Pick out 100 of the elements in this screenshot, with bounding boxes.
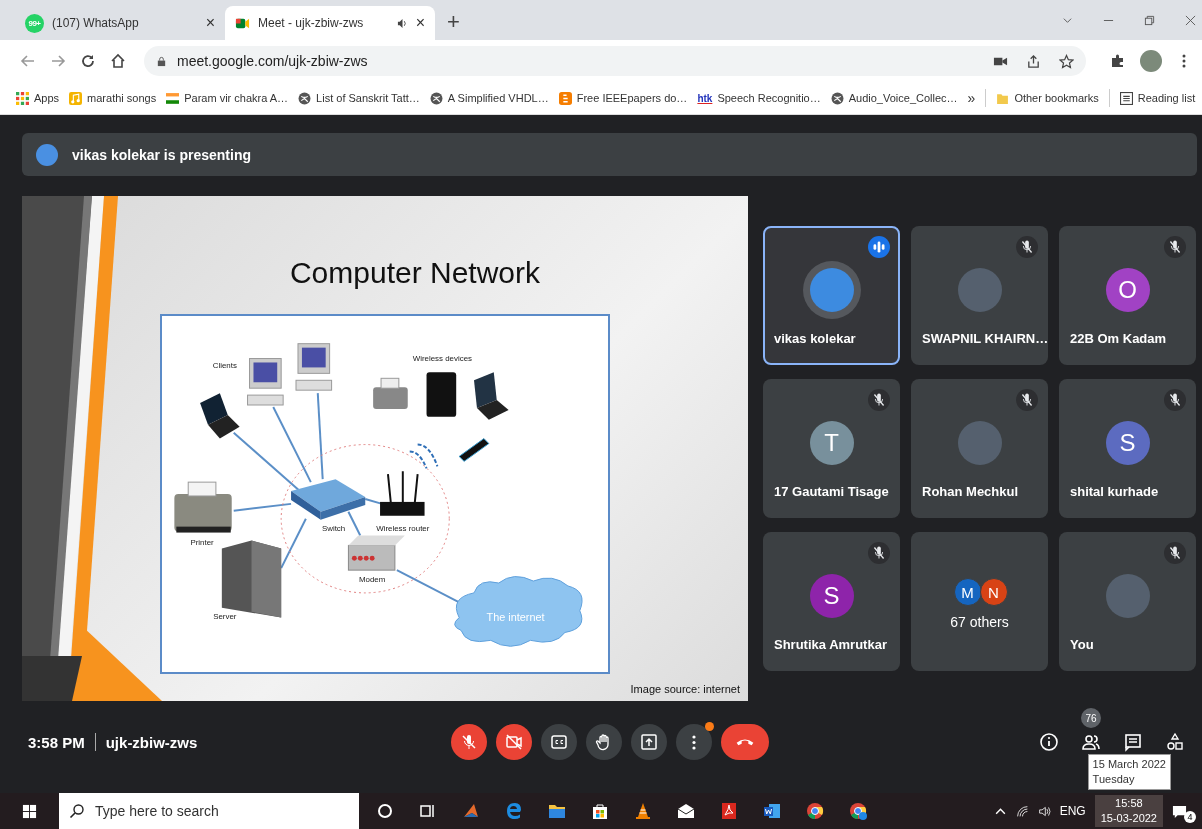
bookmark-link[interactable]: Apps [16,91,60,105]
laptop-drawing [474,372,509,420]
forward-icon[interactable] [50,53,66,69]
raise-hand-button[interactable] [586,724,622,760]
diagram-label: Server [213,611,237,621]
info-icon[interactable] [1039,732,1059,752]
avatar-placeholder [957,421,1002,465]
traffic-cone-icon[interactable] [633,801,653,821]
reload-icon[interactable] [80,53,96,69]
desktop-computer-drawing [247,358,284,406]
notification-center-icon[interactable] [1172,803,1187,819]
blog-icon [558,91,572,105]
word-document-icon[interactable] [762,801,782,821]
avatar-letter: O [1105,268,1150,312]
speaker-icon[interactable] [396,17,408,29]
bookmark-link[interactable]: marathi songs [69,91,157,105]
shapes-icon[interactable] [1165,732,1185,752]
tooltip-day: Tuesday [1092,772,1166,787]
participant-tile[interactable]: T 17 Gautami Tisage [763,379,900,518]
puzzle-icon[interactable] [1110,53,1126,69]
participant-count-badge: 76 [1081,708,1101,728]
participant-name: 22B Om Kadam [1069,330,1168,346]
share-icon[interactable] [1026,53,1041,69]
bookmark-link[interactable]: List of Sanskrit Tatt… [298,91,420,105]
participant-tile[interactable]: O 22B Om Kadam [1059,226,1196,365]
connection-line [280,517,307,570]
microphone-button[interactable] [451,724,487,760]
volume-icon[interactable] [1037,804,1051,818]
participant-tile[interactable]: S Shrutika Amrutkar [763,532,900,671]
input-language-indicator[interactable]: ENG [1059,804,1086,818]
meeting-code: ujk-zbiw-zws [105,733,198,751]
windows-start-icon[interactable] [22,803,37,819]
participant-name: You [1069,636,1095,652]
participant-tile[interactable]: SWAPNIL KHAIRN… [911,226,1048,365]
mic-off-icon [868,389,890,411]
participant-tile[interactable]: M N 67 others [911,532,1048,671]
lock-icon [156,55,167,67]
image-source-caption: Image source: internet [630,683,740,695]
bookmark-link[interactable]: A Simplified VHDL… [429,91,549,105]
tablet-drawing [426,372,457,417]
profile-avatar[interactable] [1140,50,1162,72]
avatar-placeholder [957,268,1002,312]
edge-browser-icon[interactable] [504,801,524,821]
more-vertical-icon [692,734,696,750]
chrome-browser-icon[interactable] [805,801,825,821]
back-icon[interactable] [20,53,36,69]
camera-button[interactable] [496,724,532,760]
participant-tile[interactable]: Rohan Mechkul [911,379,1048,518]
other-bookmarks-folder[interactable]: Other bookmarks [996,91,1099,105]
new-tab-button[interactable]: + [447,9,460,35]
bookmark-link[interactable]: Free IEEEpapers do… [558,91,688,105]
diagram-label: Wireless devices [412,353,472,363]
phone-drawing [458,438,490,462]
modem-drawing [347,535,405,571]
chat-icon[interactable] [1123,732,1143,752]
wireless-signal-drawing [408,443,439,470]
participant-name: vikas kolekar [773,330,857,346]
close-tab-button[interactable]: × [205,14,215,32]
address-bar[interactable]: meet.google.com/ujk-zbiw-zws [144,46,1086,76]
restore-icon[interactable] [1144,14,1155,26]
reading-list-button[interactable]: Reading list [1119,91,1196,105]
shopping-bag-icon[interactable] [590,801,610,821]
apps-grid-icon [16,91,29,105]
taskbar-search-field[interactable]: Type here to search [59,793,359,829]
browser-tab[interactable]: Meet - ujk-zbiw-zws × [225,6,435,40]
taskbar-clock[interactable]: 15:58 15-03-2022 [1094,795,1163,827]
participant-tile[interactable]: S shital kurhade [1059,379,1196,518]
wifi-icon[interactable] [1015,804,1029,818]
people-icon[interactable] [1081,732,1101,752]
participant-name: SWAPNIL KHAIRN… [921,330,1046,346]
chat-favicon-icon: 99+ [25,13,44,33]
star-icon[interactable] [1059,53,1074,69]
bookmark-link[interactable]: Param vir chakra A… [166,91,289,105]
home-icon[interactable] [110,53,126,69]
bookmark-link[interactable]: Audio_Voice_Collec… [830,91,958,105]
chrome-browser-icon[interactable] [848,801,868,821]
participant-name: shital kurhade [1069,483,1160,499]
close-icon[interactable] [1185,14,1196,26]
present-button[interactable] [631,724,667,760]
slide-title: Computer Network [289,256,541,290]
diagram-label: Printer [190,538,214,548]
mail-envelope-icon[interactable] [676,801,696,821]
bookmark-link[interactable]: htk Speech Recognitio… [697,92,821,104]
diagram-label: Wireless router [376,523,430,533]
participant-tile[interactable]: You [1059,532,1196,671]
presenting-text: vikas kolekar is presenting [72,146,251,163]
close-tab-button[interactable]: × [415,14,425,32]
end-call-button[interactable] [721,724,769,760]
more-options-button[interactable] [676,724,712,760]
cortana-circle-icon[interactable] [375,801,395,821]
participant-tile[interactable]: vikas kolekar [763,226,900,365]
laptop-drawing [200,393,240,439]
participant-name: Rohan Mechkul [921,483,1020,499]
notification-count-badge: 4 [1184,811,1196,823]
more-bookmarks-button[interactable]: » [967,90,976,106]
browser-tab[interactable]: 99+ (107) WhatsApp × [15,6,225,40]
pdf-document-icon[interactable] [719,801,739,821]
captions-button[interactable] [541,724,577,760]
avatar-letter: S [809,574,854,618]
tooltip-date: 15 March 2022 [1092,757,1166,772]
